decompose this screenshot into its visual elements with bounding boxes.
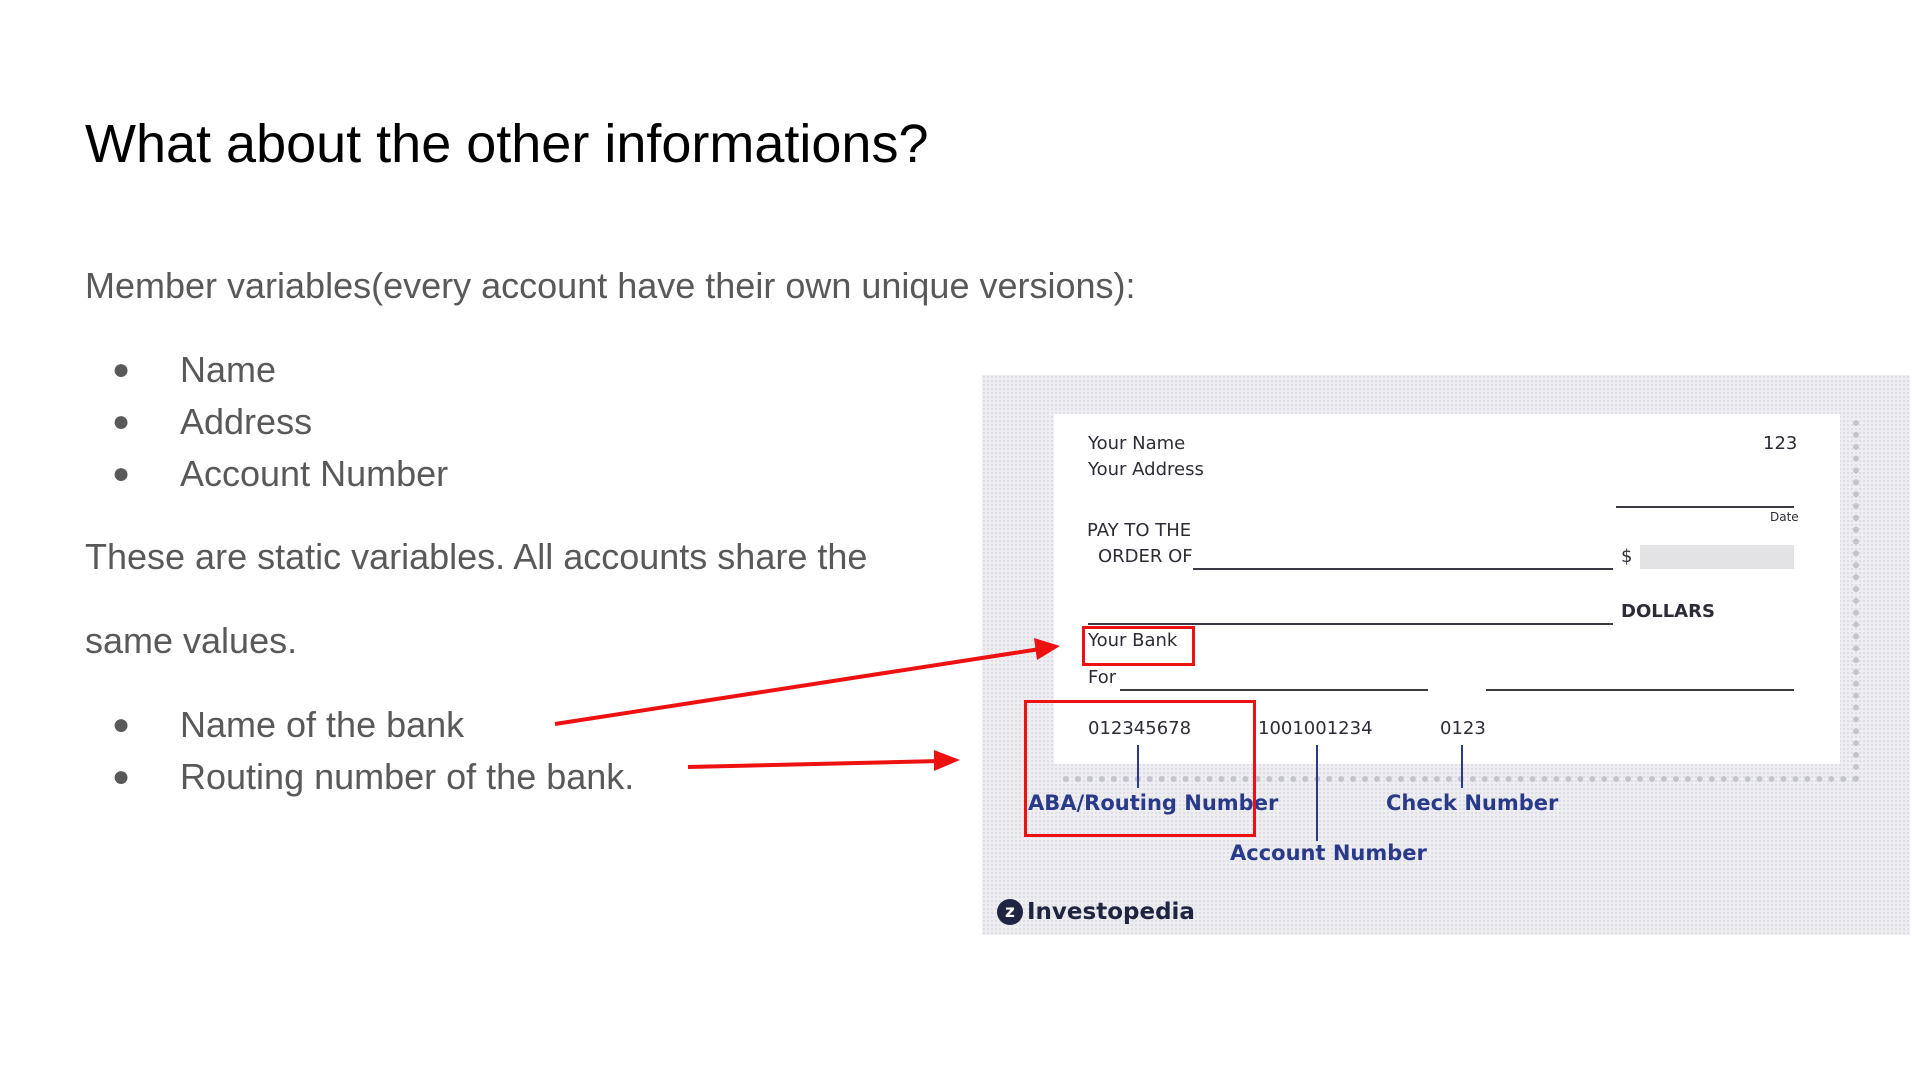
annotation-arrows (554, 638, 1060, 771)
bank-arrowhead-icon (1034, 638, 1060, 660)
bank-arrow (554, 647, 1041, 726)
routing-arrowhead-icon (934, 750, 960, 771)
routing-arrow (687, 759, 941, 769)
